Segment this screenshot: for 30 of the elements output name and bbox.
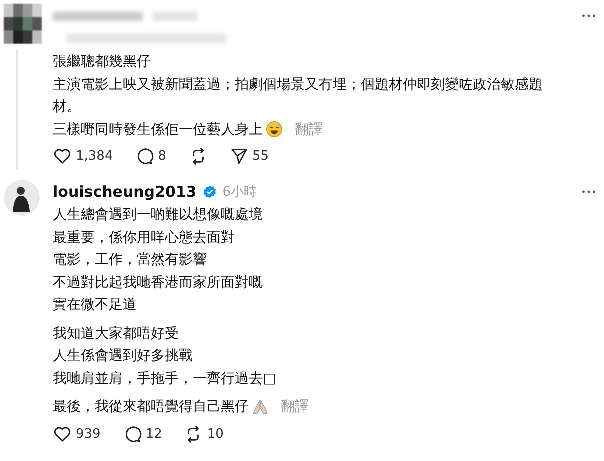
avatar[interactable] [4, 180, 40, 216]
share-icon [230, 147, 248, 166]
timestamp: 6小時 [222, 184, 258, 201]
folded-hands-icon [252, 398, 269, 416]
share-button[interactable]: 55 [230, 147, 270, 166]
comment-button[interactable]: 12 [122, 424, 162, 444]
post-text: 我哋肩並肩，手拖手，一齊行過去□ [53, 370, 276, 388]
more-icon[interactable] [582, 190, 596, 194]
post-text: 實在微不足道 [53, 296, 137, 315]
post-text: 人生總會遇到一啲難以想像嘅處境 [53, 206, 263, 225]
heart-icon [53, 147, 72, 166]
avatar[interactable] [4, 4, 42, 44]
like-button[interactable]: 1,384 [53, 147, 114, 166]
username[interactable]: louischeung2013 [53, 183, 197, 201]
post-text: 人生係會遇到好多挑戰 [53, 347, 193, 366]
sweat-smile-icon [266, 121, 283, 138]
more-icon[interactable] [582, 14, 596, 18]
repost-button[interactable]: 10 [184, 424, 224, 444]
comment-button[interactable]: 8 [135, 147, 166, 166]
post-text: 張繼聰都幾黑仔 [53, 53, 151, 72]
post-text: 電影，工作，當然有影響 [53, 251, 207, 270]
post-text: 不過對比起我哋香港而家所面對嘅 [53, 274, 263, 292]
post-text: 我知道大家都唔好受 [53, 324, 179, 344]
post-text: 最重要，係你用咩心態去面對 [53, 228, 235, 248]
post-text: 主演電影上映又被新聞蓋過；拍劇個場景又冇埋；個題材仲即刻變咗政治敏感題材。 [53, 76, 544, 117]
post-text: 最後，我從來都唔覺得自己黑仔 [53, 398, 249, 417]
heart-icon [53, 424, 72, 444]
like-button[interactable]: 939 [53, 424, 101, 444]
post-text: 三樣嘢同時發生係佢一位藝人身上 [53, 120, 263, 140]
comment-icon [135, 147, 154, 166]
